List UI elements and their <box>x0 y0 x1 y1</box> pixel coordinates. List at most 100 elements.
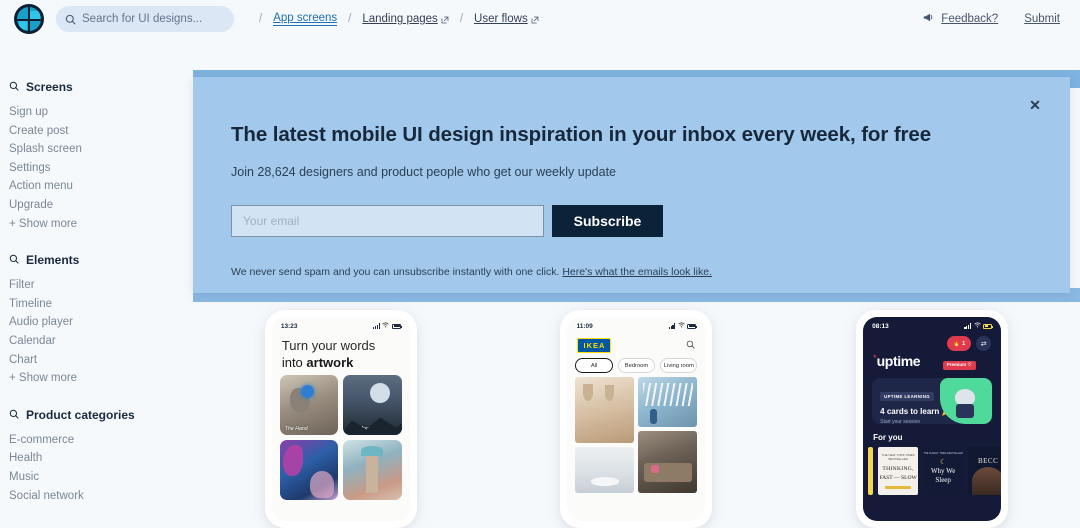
phone-mockup-ikea-app[interactable]: 11:09 IKEA All Bedroom Living room <box>560 310 713 528</box>
phone-screen-uptime: 08:13 🔥 1 ⇄ *uptime Premium ♡ UPTIME LEA… <box>863 317 1002 521</box>
book-why-we-sleep[interactable]: THE SUNDAY TIMES BESTSELLER ☾ Why We Sle… <box>923 447 964 495</box>
sidebar-item-calendar[interactable]: Calendar <box>9 332 193 351</box>
sidebar-item-sign-up[interactable]: Sign up <box>9 103 193 122</box>
artwork-headline-line1: Turn your words <box>281 338 376 353</box>
status-bar: 13:23 <box>272 317 410 333</box>
banner-title: The latest mobile UI design inspiration … <box>231 123 932 146</box>
banner-fine-print-text: We never send spam and you can unsubscri… <box>231 266 560 278</box>
book-title-line2: Sleep <box>935 476 951 484</box>
artwork-headline-line2-plain: into <box>281 355 307 370</box>
sidebar-heading-screens-label: Screens <box>26 80 73 94</box>
book-becoming[interactable]: BECC <box>968 447 1002 495</box>
phone-mockup-uptime-app[interactable]: 08:13 🔥 1 ⇄ *uptime Premium ♡ UPTIME LEA… <box>856 310 1009 528</box>
breadcrumb-user-flows-label: User flows <box>474 13 528 25</box>
sidebar-item-settings[interactable]: Settings <box>9 159 193 178</box>
sidebar-item-music[interactable]: Music <box>9 468 193 487</box>
submit-button[interactable]: Submit <box>1024 13 1060 25</box>
status-time: 11:09 <box>576 322 593 330</box>
sidebar-item-create-post[interactable]: Create post <box>9 122 193 141</box>
sidebar-item-chart[interactable]: Chart <box>9 351 193 370</box>
artwork-headline: Turn your words into artwork <box>272 333 410 373</box>
search-icon <box>65 14 76 25</box>
artwork-card-the-moon[interactable]: The Moon <box>343 375 402 435</box>
phone-screen-artwork: 13:23 Turn your words into artwork The H… <box>271 317 410 521</box>
sidebar-item-timeline[interactable]: Timeline <box>9 295 193 314</box>
breadcrumb-separator-2: / <box>348 13 352 25</box>
sidebar-heading-elements: Elements <box>9 253 193 267</box>
artwork-card-figure[interactable] <box>279 440 339 500</box>
book-title-line2: FAST — SLOW <box>879 475 917 481</box>
search-icon <box>9 80 19 94</box>
sidebar-item-action-menu[interactable]: Action menu <box>9 177 193 196</box>
phone-screen-ikea: 11:09 IKEA All Bedroom Living room <box>567 317 706 521</box>
book-title-line1: BECC <box>977 457 999 465</box>
pencil-decoration <box>885 486 912 489</box>
artwork-card-the-hand[interactable]: The Hand <box>279 375 339 435</box>
phone-mockup-artwork-app[interactable]: 13:23 Turn your words into artwork The H… <box>264 310 417 528</box>
artwork-card-tower[interactable] <box>343 440 402 500</box>
banner-subtitle: Join 28,624 designers and product people… <box>231 165 616 179</box>
uptime-learning-card[interactable]: UPTIME LEARNING 4 cards to learn 🎉 Start… <box>872 378 993 424</box>
ikea-chip-bedroom[interactable]: Bedroom <box>617 358 656 373</box>
sidebar-show-more-screens[interactable]: + Show more <box>9 215 193 234</box>
streak-count: 1 <box>962 340 966 347</box>
book-overline: THE SUNDAY TIMES BESTSELLER <box>923 452 963 455</box>
status-icons <box>373 322 402 330</box>
wifi-icon <box>678 322 685 330</box>
ikea-product-outdoor-table[interactable] <box>638 431 698 493</box>
banner-fine-print-link[interactable]: Here's what the emails look like. <box>562 266 712 278</box>
submit-label: Submit <box>1024 13 1060 25</box>
wifi-icon <box>382 322 389 330</box>
book-thinking-fast-and-slow[interactable]: THE NEW YORK TIMES BESTSELLER THINKING, … <box>878 447 919 495</box>
breadcrumb-landing-pages[interactable]: Landing pages <box>362 13 449 25</box>
sidebar-item-health[interactable]: Health <box>9 449 193 468</box>
search-icon[interactable] <box>686 336 696 354</box>
artwork-card-caption: The Hand <box>284 426 308 432</box>
ikea-product-bathroom[interactable] <box>575 447 635 493</box>
logo-bar-horizontal <box>17 19 41 21</box>
signal-icon <box>668 323 676 329</box>
external-link-icon <box>441 15 449 24</box>
breadcrumb-user-flows[interactable]: User flows <box>474 13 539 25</box>
sidebar-item-social-network[interactable]: Social network <box>9 487 193 506</box>
search-input[interactable]: Search for UI designs... <box>56 6 234 32</box>
breadcrumb: / App screens / Landing pages / User flo… <box>248 12 539 26</box>
artwork-headline-line2: into artwork <box>282 354 400 371</box>
uptime-brand-word: uptime <box>876 353 921 369</box>
ikea-chip-living-room[interactable]: Living room <box>660 358 698 373</box>
close-icon[interactable]: ✕ <box>1027 97 1043 113</box>
email-field[interactable] <box>231 205 544 237</box>
sidebar-show-more-elements[interactable]: + Show more <box>9 369 193 388</box>
streak-badge[interactable]: 🔥 1 <box>947 336 972 351</box>
feedback-button[interactable]: Feedback? <box>923 12 998 26</box>
sidebar-heading-elements-label: Elements <box>26 253 80 268</box>
book-title-line1: THINKING, <box>882 466 914 472</box>
ikea-product-drying-rack[interactable] <box>638 377 698 427</box>
ikea-chip-all[interactable]: All <box>575 358 613 373</box>
sidebar-item-e-commerce[interactable]: E-commerce <box>9 431 193 450</box>
subscribe-button[interactable]: Subscribe <box>552 205 663 237</box>
search-placeholder: Search for UI designs... <box>82 13 203 25</box>
sidebar-item-audio-player[interactable]: Audio player <box>9 313 193 332</box>
header-actions: Feedback? Submit <box>923 12 1066 26</box>
sidebar-item-splash-screen[interactable]: Splash screen <box>9 140 193 159</box>
newsletter-form: Subscribe <box>231 205 1032 237</box>
uptime-section-title: For you <box>873 433 903 442</box>
ikea-filter-chips: All Bedroom Living room <box>567 358 705 377</box>
signal-icon <box>964 323 972 329</box>
sidebar-group-elements: Elements Filter Timeline Audio player Ca… <box>9 253 193 388</box>
flame-icon: 🔥 <box>953 340 961 347</box>
hyperpixel-logo[interactable] <box>14 4 44 34</box>
newsletter-banner: ✕ The latest mobile UI design inspiratio… <box>193 77 1070 293</box>
ikea-product-dining-room[interactable] <box>575 377 635 443</box>
feedback-label: Feedback? <box>941 13 999 25</box>
uptime-card-tag: UPTIME LEARNING <box>880 392 935 401</box>
breadcrumb-separator-1: / <box>259 13 263 25</box>
sliders-icon[interactable]: ⇄ <box>976 336 992 351</box>
uptime-header-actions: 🔥 1 ⇄ <box>863 333 1001 351</box>
uptime-card-illustration <box>940 378 993 424</box>
ikea-logo: IKEA <box>577 337 612 353</box>
sidebar-item-filter[interactable]: Filter <box>9 276 193 295</box>
sidebar-item-upgrade[interactable]: Upgrade <box>9 196 193 215</box>
breadcrumb-app-screens[interactable]: App screens <box>273 12 338 26</box>
